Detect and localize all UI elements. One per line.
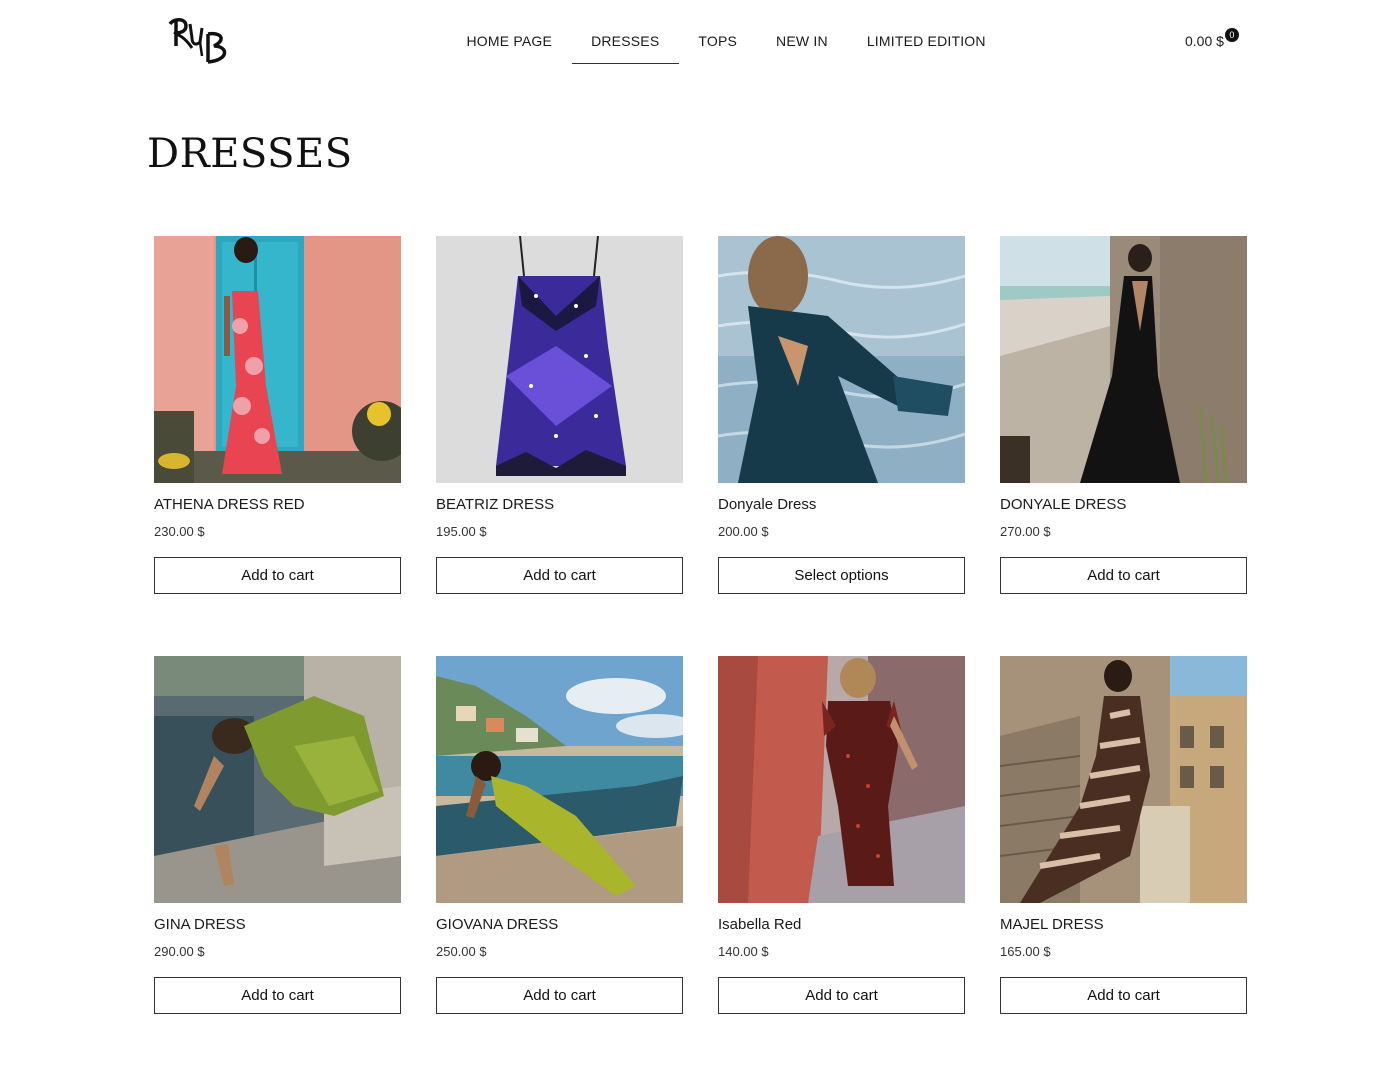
add-to-cart-button[interactable]: Add to cart [1000, 557, 1247, 594]
nav-new-in[interactable]: NEW IN [757, 0, 848, 64]
product-title[interactable]: ATHENA DRESS RED [154, 496, 401, 514]
add-to-cart-button[interactable]: Add to cart [154, 977, 401, 1014]
brand-logo-mark [168, 18, 227, 64]
nav-tops[interactable]: TOPS [679, 0, 757, 64]
product-title[interactable]: MAJEL DRESS [1000, 916, 1247, 934]
product-photo [1000, 236, 1247, 483]
page-title: DRESSES [147, 131, 353, 177]
product-photo [436, 656, 683, 903]
nav-dresses[interactable]: DRESSES [571, 0, 680, 64]
product-price: 290.00 $ [154, 944, 205, 959]
product-title[interactable]: DONYALE DRESS [1000, 496, 1247, 514]
product-title[interactable]: BEATRIZ DRESS [436, 496, 683, 514]
product-photo [718, 656, 965, 903]
product-price: 195.00 $ [436, 524, 487, 539]
cart-total: 0.00 $ [1185, 33, 1224, 49]
add-to-cart-button[interactable]: Add to cart [1000, 977, 1247, 1014]
product-image-isabella[interactable] [718, 656, 965, 903]
product-grid: ATHENA DRESS RED 230.00 $ Add to cart BE… [154, 236, 1247, 1014]
product-image-donyale-teal[interactable] [718, 236, 965, 483]
product-photo [1000, 656, 1247, 903]
product-image-donyale-black[interactable] [1000, 236, 1247, 483]
product-price: 200.00 $ [718, 524, 769, 539]
add-to-cart-button[interactable]: Add to cart [154, 557, 401, 594]
cart-button[interactable]: 0.00 $ 0 [1185, 28, 1239, 49]
select-options-button[interactable]: Select options [718, 557, 965, 594]
product-card: GINA DRESS 290.00 $ Add to cart [154, 656, 401, 1014]
product-image-beatriz[interactable] [436, 236, 683, 483]
product-image-giovana[interactable] [436, 656, 683, 903]
product-card: GIOVANA DRESS 250.00 $ Add to cart [436, 656, 683, 1014]
product-image-athena[interactable] [154, 236, 401, 483]
product-card: DONYALE DRESS 270.00 $ Add to cart [1000, 236, 1247, 594]
product-card: BEATRIZ DRESS 195.00 $ Add to cart [436, 236, 683, 594]
product-price: 230.00 $ [154, 524, 205, 539]
product-photo [436, 236, 683, 483]
product-card: MAJEL DRESS 165.00 $ Add to cart [1000, 656, 1247, 1014]
product-price: 270.00 $ [1000, 524, 1051, 539]
product-photo [718, 236, 965, 483]
product-card: ATHENA DRESS RED 230.00 $ Add to cart [154, 236, 401, 594]
product-title[interactable]: GINA DRESS [154, 916, 401, 934]
product-image-gina[interactable] [154, 656, 401, 903]
product-title[interactable]: GIOVANA DRESS [436, 916, 683, 934]
add-to-cart-button[interactable]: Add to cart [436, 557, 683, 594]
product-price: 165.00 $ [1000, 944, 1051, 959]
nav-limited-edition[interactable]: LIMITED EDITION [847, 0, 1005, 64]
nav-home-page[interactable]: HOME PAGE [447, 0, 572, 64]
product-title[interactable]: Donyale Dress [718, 496, 965, 514]
product-card: Isabella Red 140.00 $ Add to cart [718, 656, 965, 1014]
product-photo [154, 656, 401, 903]
product-photo [154, 236, 401, 483]
product-price: 250.00 $ [436, 944, 487, 959]
product-image-majel[interactable] [1000, 656, 1247, 903]
add-to-cart-button[interactable]: Add to cart [436, 977, 683, 1014]
product-card: Donyale Dress 200.00 $ Select options [718, 236, 965, 594]
brand-logo[interactable] [166, 16, 238, 66]
product-price: 140.00 $ [718, 944, 769, 959]
product-title[interactable]: Isabella Red [718, 916, 965, 934]
cart-count-badge: 0 [1224, 28, 1239, 42]
add-to-cart-button[interactable]: Add to cart [718, 977, 965, 1014]
main-navigation: HOME PAGE DRESSES TOPS NEW IN LIMITED ED… [447, 0, 1005, 64]
